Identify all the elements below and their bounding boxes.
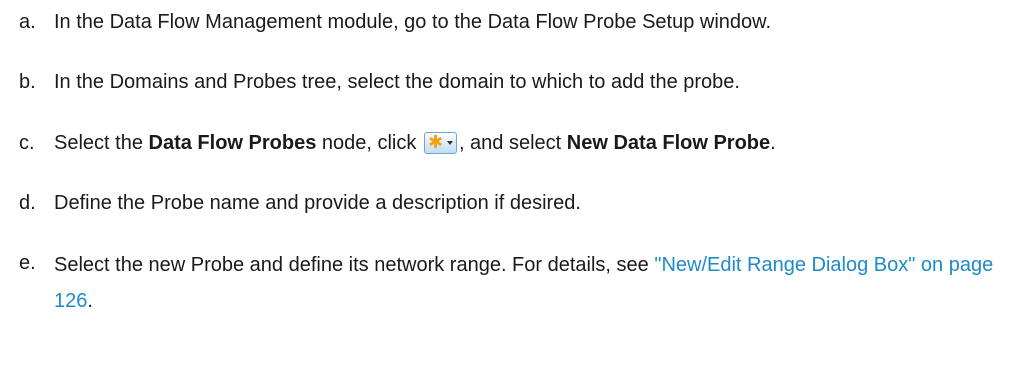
step-text: Select the Data Flow Probes node, click …: [54, 127, 1014, 159]
step-text: Select the new Probe and define its netw…: [54, 247, 1014, 319]
data-flow-probes-node-label: Data Flow Probes: [148, 132, 317, 154]
step-text-part: , and select: [458, 132, 567, 154]
new-data-flow-probe-label: New Data Flow Probe: [566, 132, 771, 154]
step-text: Define the Probe name and provide a desc…: [54, 192, 581, 214]
step-text-part: node, click: [316, 132, 422, 154]
step-marker: b.: [19, 71, 36, 93]
step-text-part: Select the: [54, 132, 149, 154]
step-text-part: .: [87, 290, 93, 312]
step-text: In the Domains and Probes tree, select t…: [54, 71, 740, 93]
step-marker: a.: [19, 11, 36, 33]
step-text-part: Select the new Probe and define its netw…: [54, 254, 655, 276]
step-text: In the Data Flow Management module, go t…: [54, 11, 772, 33]
dropdown-arrow-icon: [446, 141, 453, 145]
new-star-icon: ✱: [427, 132, 444, 152]
step-marker: e.: [19, 252, 36, 274]
step-text-part: .: [770, 132, 776, 154]
step-marker: c.: [19, 132, 35, 154]
step-marker: d.: [19, 192, 36, 214]
new-dropdown-button[interactable]: ✱: [423, 132, 457, 154]
